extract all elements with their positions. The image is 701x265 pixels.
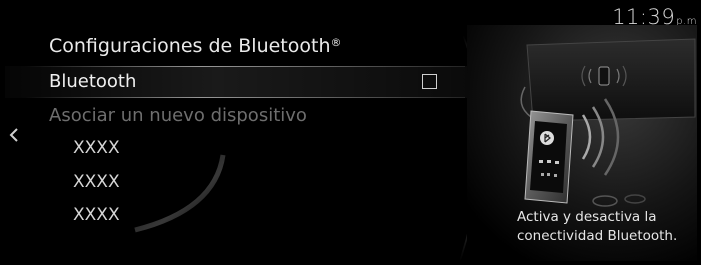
help-description-line2: conectividad Bluetooth. bbox=[517, 228, 678, 244]
chevron-left-icon bbox=[9, 128, 18, 142]
bluetooth-toggle-row[interactable]: Bluetooth bbox=[5, 66, 475, 98]
infotainment-screen: 11:39p.m Configuraciones de Bluetooth® B… bbox=[5, 5, 697, 261]
device-item[interactable]: XXXX bbox=[73, 138, 120, 158]
bluetooth-toggle-label: Bluetooth bbox=[49, 71, 137, 92]
registered-mark: ® bbox=[330, 36, 342, 49]
page-title: Configuraciones de Bluetooth® bbox=[49, 35, 342, 57]
device-item[interactable]: XXXX bbox=[73, 205, 120, 225]
pair-new-device-item: Asociar un nuevo dispositivo bbox=[49, 105, 307, 126]
help-description-line1: Activa y desactiva la bbox=[517, 209, 657, 225]
back-button[interactable] bbox=[7, 123, 21, 147]
bluetooth-checkbox[interactable] bbox=[422, 74, 437, 89]
help-description: Activa y desactiva la conectividad Bluet… bbox=[517, 208, 677, 246]
device-item[interactable]: XXXX bbox=[73, 172, 120, 192]
page-title-text: Configuraciones de Bluetooth bbox=[49, 35, 331, 57]
